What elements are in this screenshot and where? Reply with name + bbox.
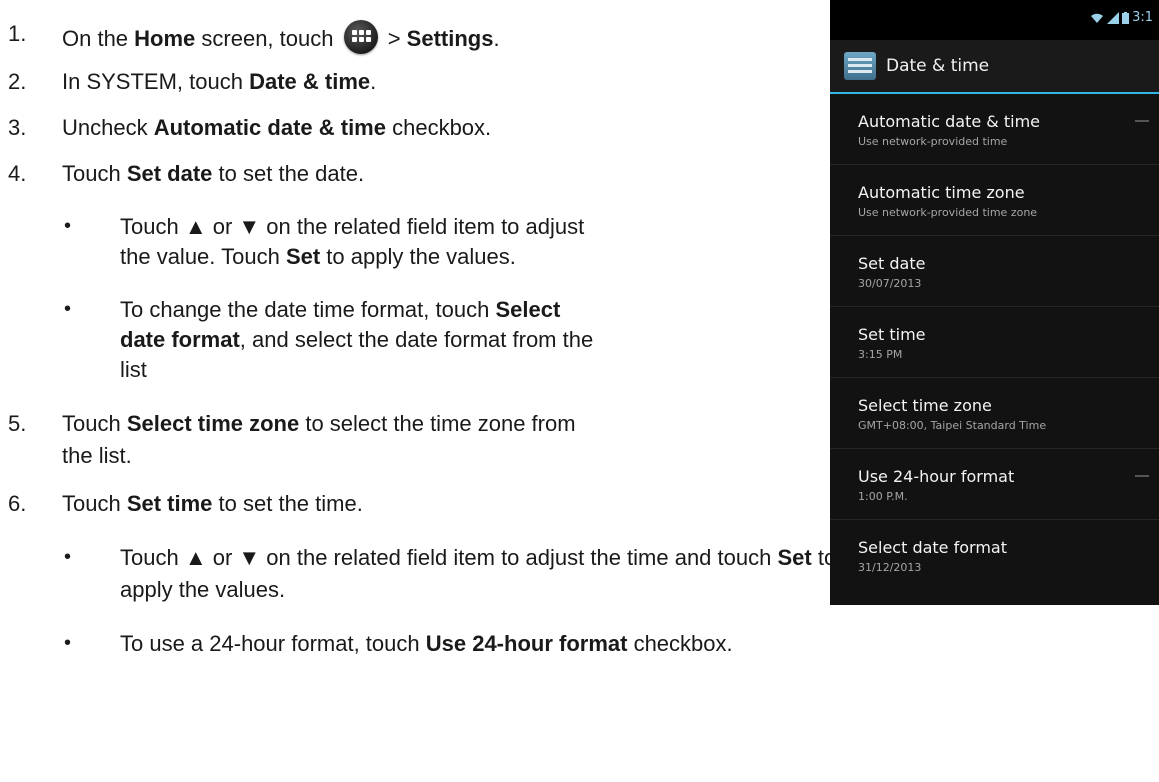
date-time-label: Date & time — [249, 69, 371, 94]
set-label: Set — [285, 244, 321, 269]
select-label: Select — [495, 297, 561, 322]
bullet-icon: • — [64, 298, 72, 320]
pref-title: Set time — [858, 325, 926, 344]
pref-title: Automatic date & time — [858, 112, 1041, 131]
step-number: 3. — [8, 115, 27, 140]
pref-set-date[interactable]: Set date 30/07/2013 — [830, 236, 1159, 307]
step-number: 1. — [8, 21, 27, 46]
use-24-hour-format-label: Use 24-hour format — [425, 631, 628, 656]
step-number: 4. — [8, 161, 27, 186]
step-number: 6. — [8, 491, 27, 516]
set-label: Set — [777, 545, 812, 570]
pref-title: Automatic time zone — [858, 183, 1025, 202]
pref-summary: Use network-provided time zone — [858, 206, 1038, 219]
settings-label: Settings — [406, 26, 494, 51]
wifi-icon — [1090, 12, 1104, 24]
pref-automatic-time-zone[interactable]: Automatic time zone Use network-provided… — [830, 165, 1159, 236]
set-time-label: Set time — [126, 491, 213, 516]
apps-grid-icon — [343, 20, 378, 54]
action-bar: Date & time — [830, 40, 1159, 94]
step-text: > — [381, 26, 407, 51]
bullet-icon: • — [64, 546, 72, 568]
step-text: On the — [62, 26, 135, 51]
pref-summary: Use network-provided time — [858, 135, 1008, 148]
step-number: 5. — [8, 411, 27, 436]
pref-title: Select time zone — [858, 396, 992, 415]
step-text: screen, touch — [195, 26, 340, 51]
date-format-label: date format — [120, 327, 240, 352]
preference-list: Automatic date & time Use network-provid… — [830, 94, 1159, 590]
automatic-date-time-checkbox[interactable] — [1135, 120, 1149, 122]
pref-automatic-date-time[interactable]: Automatic date & time Use network-provid… — [830, 94, 1159, 165]
step-number: 2. — [8, 69, 27, 94]
status-time: 3:1 — [1132, 10, 1153, 25]
signal-icon — [1107, 11, 1120, 24]
home-label: Home — [134, 26, 196, 51]
phone-screenshot: 3:1 Date & time Automatic date & time Us… — [830, 0, 1159, 605]
pref-summary: 3:15 PM — [858, 348, 903, 361]
pref-select-time-zone[interactable]: Select time zone GMT+08:00, Taipei Stand… — [830, 378, 1159, 449]
pref-summary: 31/12/2013 — [858, 561, 922, 574]
bullet-icon: • — [64, 632, 72, 654]
pref-use-24-hour-format[interactable]: Use 24-hour format 1:00 P.M. — [830, 449, 1159, 520]
bullet-icon: • — [64, 215, 72, 237]
pref-summary: 1:00 P.M. — [858, 490, 908, 503]
pref-title: Select date format — [858, 538, 1007, 557]
pref-summary: GMT+08:00, Taipei Standard Time — [858, 419, 1047, 432]
battery-icon — [1122, 11, 1130, 24]
pref-title: Set date — [858, 254, 926, 273]
automatic-date-time-label: Automatic date & time — [153, 115, 386, 140]
pref-select-date-format[interactable]: Select date format 31/12/2013 — [830, 520, 1159, 590]
settings-icon[interactable] — [844, 52, 876, 80]
select-time-zone-label: Select time zone — [126, 411, 300, 436]
pref-summary: 30/07/2013 — [858, 277, 922, 290]
pref-set-time[interactable]: Set time 3:15 PM — [830, 307, 1159, 378]
use-24-hour-format-checkbox[interactable] — [1135, 475, 1149, 477]
pref-title: Use 24-hour format — [858, 467, 1015, 486]
status-bar: 3:1 — [830, 0, 1159, 40]
set-date-label: Set date — [126, 161, 213, 186]
screen-title: Date & time — [886, 56, 990, 76]
